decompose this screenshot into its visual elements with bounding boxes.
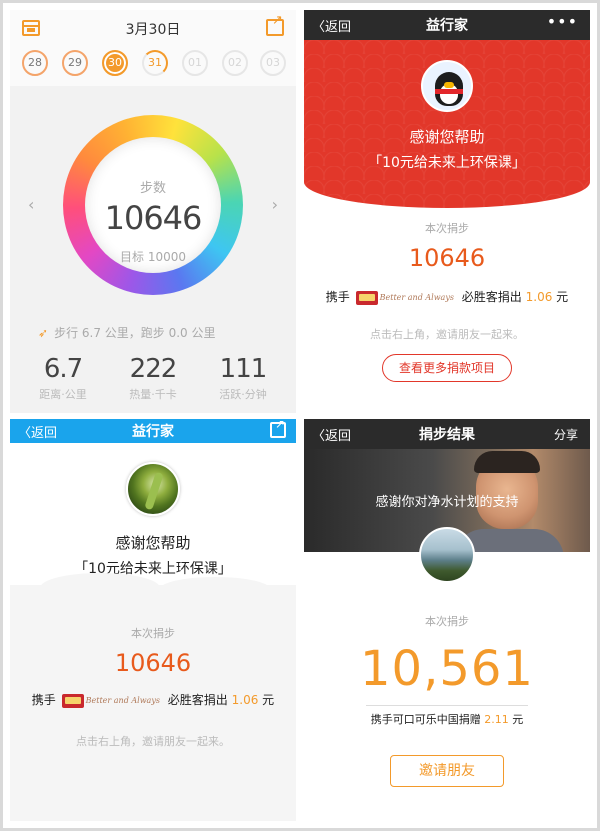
stats-row: 6.7 距离·公里 222 热量·千卡 111 活跃·分钟 bbox=[10, 354, 296, 413]
day-01[interactable]: 01 bbox=[182, 50, 208, 76]
stat-value: 111 bbox=[219, 354, 268, 384]
nav-title: 捐步结果 bbox=[419, 427, 475, 443]
running-shoe-icon: ➶ bbox=[38, 326, 49, 340]
thanks-title: 感谢您帮助 bbox=[409, 128, 485, 146]
pizza-hut-logo bbox=[61, 693, 84, 708]
chevron-right-icon[interactable]: › bbox=[272, 195, 278, 214]
sponsor-line: 携手可口可乐中国捐赠 2.11 元 bbox=[304, 711, 590, 727]
sponsor-text: 携手可口可乐中国捐赠 bbox=[370, 713, 481, 726]
stat-calories: 222 热量·千卡 bbox=[108, 354, 198, 402]
sponsor-line: 携手 Better and Always 必胜客捐出 1.06 元 bbox=[304, 288, 590, 305]
sponsor-suffix: 必胜客捐出 bbox=[461, 290, 522, 304]
donation-amount: 2.11 bbox=[484, 713, 509, 726]
sponsor-suffix: 必胜客捐出 bbox=[167, 693, 228, 707]
day-30-selected[interactable]: 30 bbox=[102, 50, 128, 76]
sponsor-line: 携手 Better and Always 必胜客捐出 1.06 元 bbox=[10, 691, 296, 708]
navigation-bar: 〈返回 益行家 ••• bbox=[304, 10, 590, 40]
stat-label: 活跃·分钟 bbox=[219, 388, 267, 401]
step-ring: 步数 10646 目标 10000 bbox=[63, 115, 243, 295]
donation-result-screen: 〈返回 捐步结果 分享 感谢你对净水计划的支持 本次捐步 10,561 携手可口… bbox=[304, 419, 590, 821]
donation-amount: 1.06 bbox=[231, 693, 259, 707]
step-count: 10646 bbox=[104, 199, 203, 237]
more-projects-button[interactable]: 查看更多捐款项目 bbox=[382, 354, 512, 382]
donation-label: 本次捐步 bbox=[131, 627, 175, 640]
thanks-title: 感谢您帮助 bbox=[115, 534, 191, 552]
thanks-banner: 感谢您帮助 「10元给未来上环保课」 bbox=[304, 40, 590, 208]
donated-steps: 10,561 bbox=[360, 641, 534, 697]
day-29[interactable]: 29 bbox=[62, 50, 88, 76]
chevron-left-icon[interactable]: ‹ bbox=[28, 195, 34, 214]
project-avatar bbox=[419, 527, 475, 583]
step-counter-header: 3月30日 bbox=[10, 10, 296, 46]
more-icon[interactable]: ••• bbox=[547, 12, 578, 31]
share-button[interactable]: 分享 bbox=[554, 426, 578, 443]
day-31[interactable]: 31 bbox=[142, 50, 168, 76]
red-thanks-screen: 〈返回 益行家 ••• 感谢您帮助 「10元给未来上环保课」 本次捐步 1064… bbox=[304, 10, 590, 413]
sponsor-slogan: Better and Always bbox=[379, 293, 454, 302]
donation-label: 本次捐步 bbox=[425, 615, 469, 628]
stat-label: 热量·千卡 bbox=[129, 388, 177, 401]
project-name: 「10元给未来上环保课」 bbox=[368, 155, 526, 171]
share-icon[interactable] bbox=[270, 419, 286, 438]
penguin-beak bbox=[444, 82, 454, 88]
donated-steps: 10646 bbox=[408, 244, 486, 272]
project-name: 「10元给未来上环保课」 bbox=[74, 561, 232, 577]
cloud-background: 本次捐步 10646 携手 Better and Always 必胜客捐出 1.… bbox=[10, 573, 296, 821]
stat-distance: 6.7 距离·公里 bbox=[18, 354, 108, 402]
invite-friends-button[interactable]: 邀请朋友 bbox=[390, 755, 504, 787]
blue-thanks-screen: 〈返回 益行家 感谢您帮助 「10元给未来上环保课」 本次捐步 10646 携手… bbox=[10, 419, 296, 821]
penguin-scarf bbox=[435, 89, 463, 94]
day-03[interactable]: 03 bbox=[260, 50, 286, 76]
invite-hint: 点击右上角，邀请朋友一起来。 bbox=[370, 328, 524, 341]
current-date: 3月30日 bbox=[125, 22, 181, 38]
step-counter-screen: 3月30日 28 29 30 31 01 02 03 ‹ 步数 10646 目标… bbox=[10, 10, 296, 413]
donation-amount: 1.06 bbox=[525, 290, 553, 304]
currency-unit: 元 bbox=[262, 693, 275, 707]
day-28[interactable]: 28 bbox=[22, 50, 48, 76]
hero-caption: 感谢你对净水计划的支持 bbox=[375, 495, 519, 510]
currency-unit: 元 bbox=[512, 713, 524, 726]
date-selector: 28 29 30 31 01 02 03 bbox=[10, 50, 296, 80]
navigation-bar: 〈返回 益行家 bbox=[10, 419, 296, 443]
project-avatar bbox=[126, 462, 180, 516]
sponsor-prefix: 携手 bbox=[31, 693, 56, 707]
nav-title: 益行家 bbox=[132, 424, 174, 440]
invite-hint: 点击右上角，邀请朋友一起来。 bbox=[76, 735, 230, 748]
stat-label: 距离·公里 bbox=[39, 388, 87, 401]
share-icon[interactable] bbox=[266, 13, 284, 36]
pizza-hut-logo bbox=[355, 290, 378, 305]
day-02[interactable]: 02 bbox=[222, 50, 248, 76]
sponsor-slogan: Better and Always bbox=[85, 696, 160, 705]
steps-label: 步数 bbox=[139, 181, 166, 196]
step-summary: ‹ 步数 10646 目标 10000 › ➶ 步行 6.7 公里，跑步 0.0 … bbox=[10, 86, 296, 413]
navigation-bar: 〈返回 捐步结果 分享 bbox=[304, 419, 590, 449]
walk-summary: ➶ 步行 6.7 公里，跑步 0.0 公里 bbox=[38, 324, 216, 341]
donated-steps: 10646 bbox=[114, 649, 192, 677]
sponsor-prefix: 携手 bbox=[325, 290, 350, 304]
donation-label: 本次捐步 bbox=[425, 222, 469, 235]
stat-active-minutes: 111 活跃·分钟 bbox=[198, 354, 288, 402]
divider bbox=[366, 705, 528, 706]
photo-child-hair bbox=[474, 451, 540, 473]
ring-center: 步数 10646 目标 10000 bbox=[85, 137, 221, 273]
step-goal: 目标 10000 bbox=[120, 250, 186, 264]
currency-unit: 元 bbox=[556, 290, 569, 304]
walk-summary-text: 步行 6.7 公里，跑步 0.0 公里 bbox=[54, 326, 216, 340]
penguin-avatar bbox=[421, 60, 473, 112]
stat-value: 6.7 bbox=[43, 354, 83, 384]
stat-value: 222 bbox=[129, 354, 178, 384]
